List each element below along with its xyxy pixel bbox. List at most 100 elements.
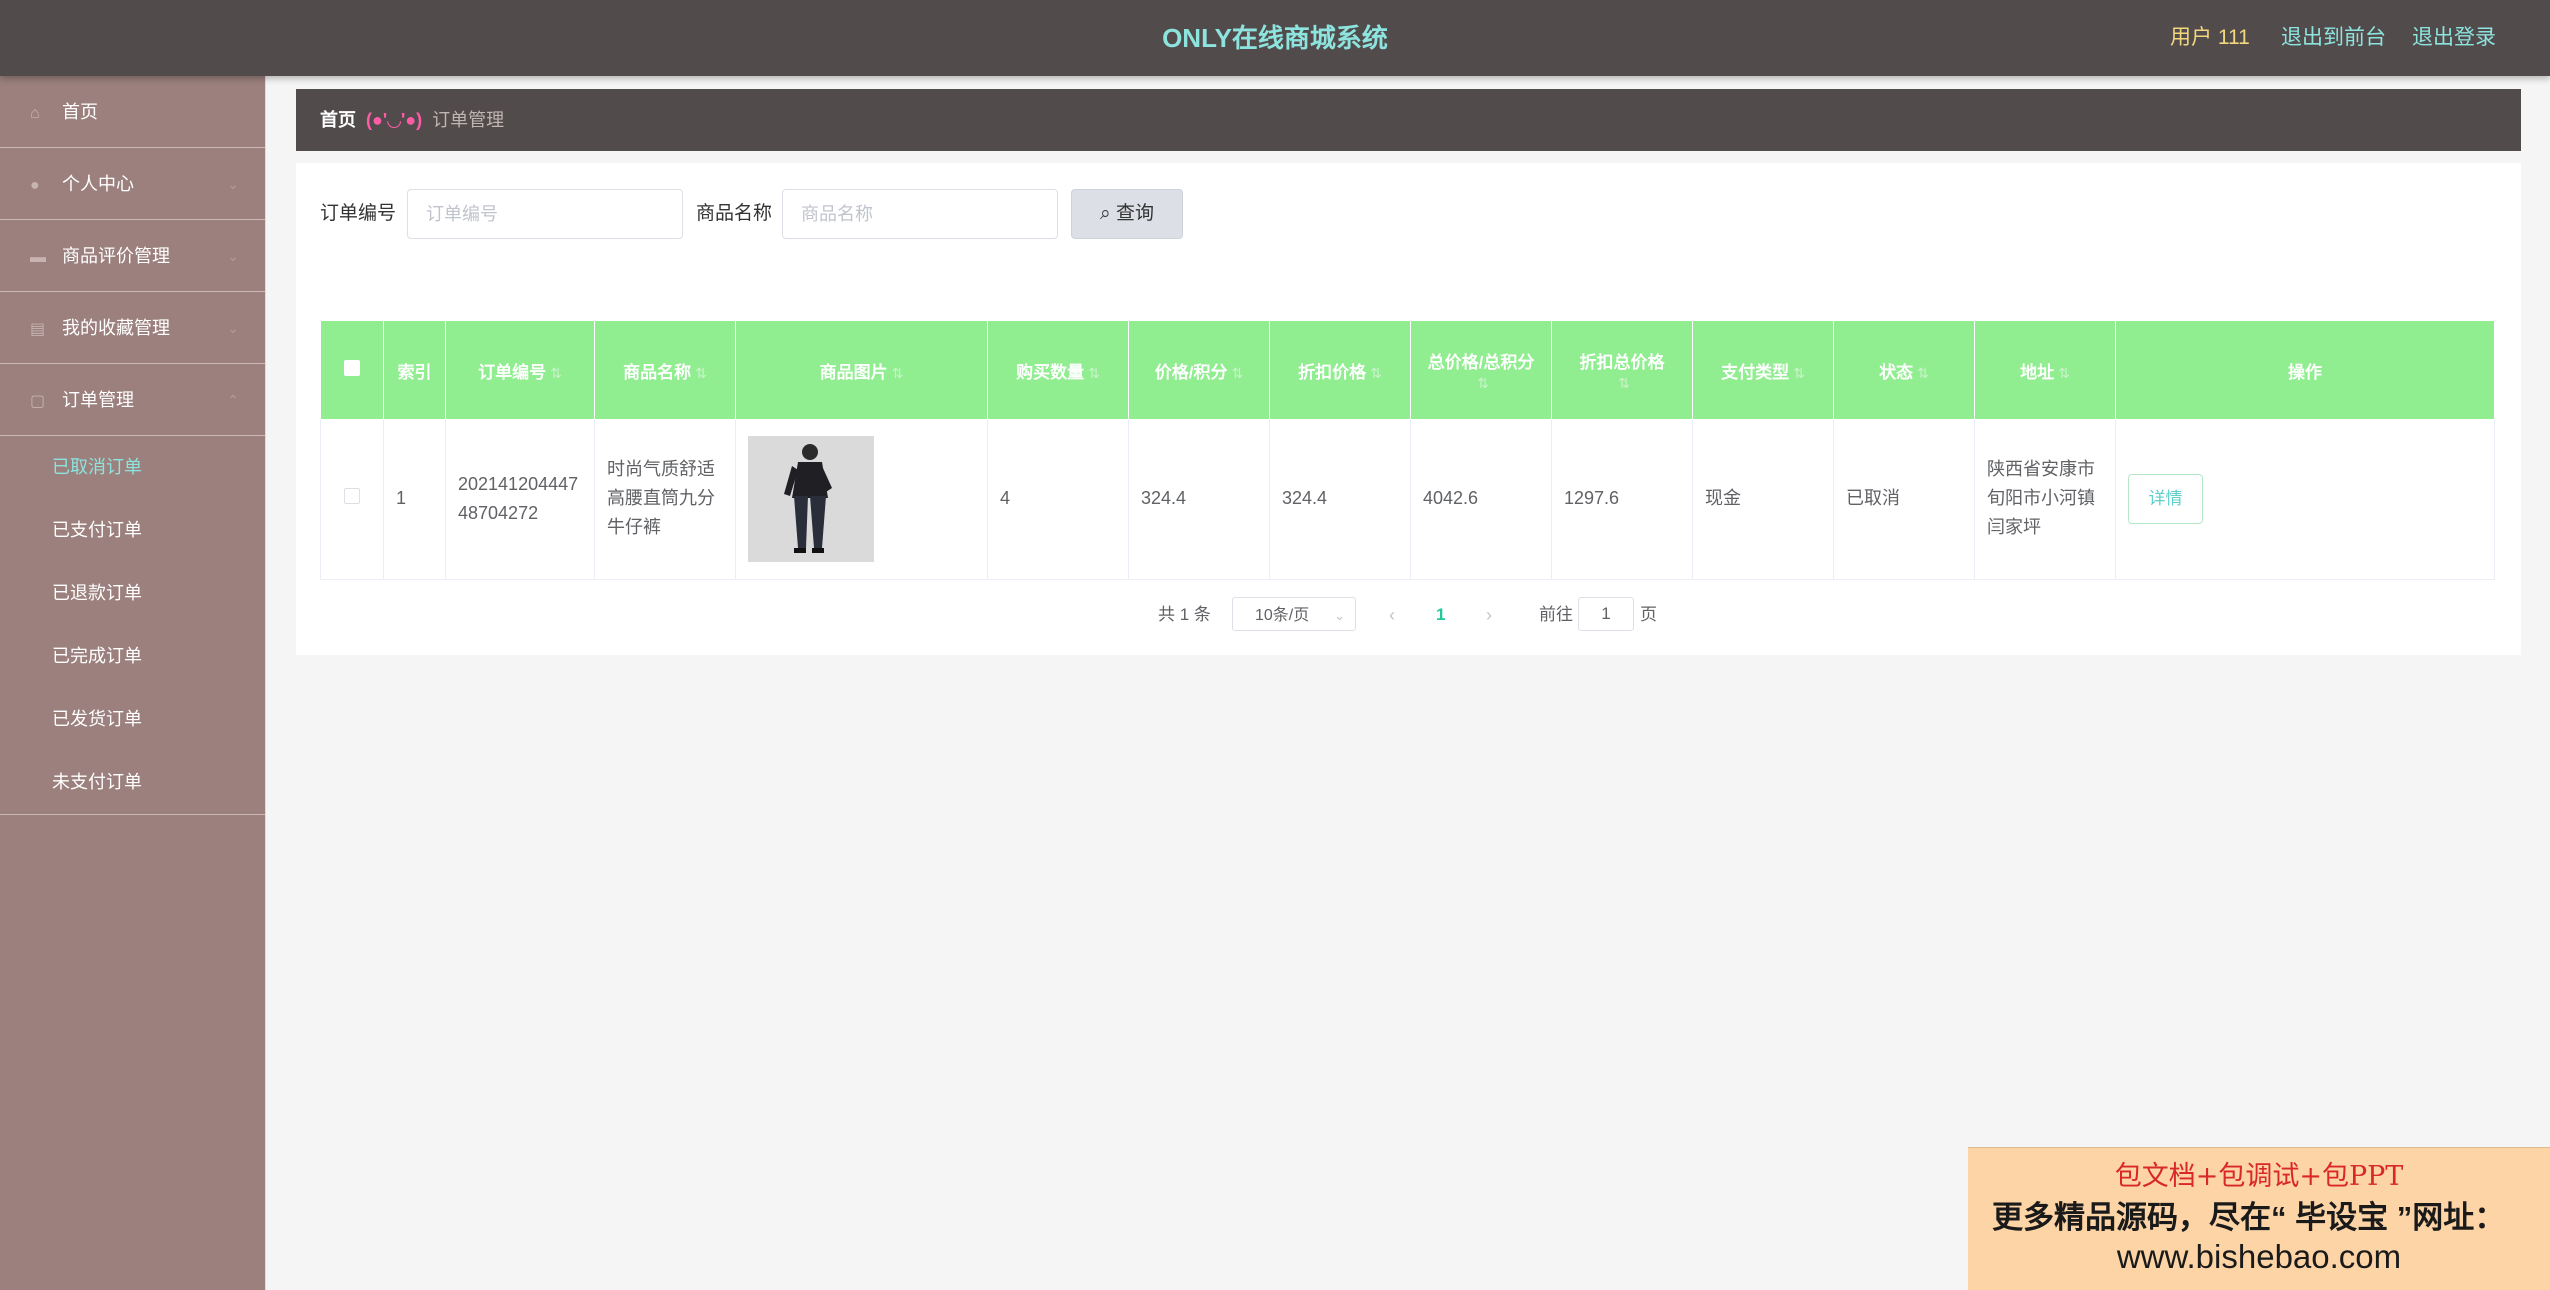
chevron-down-icon: ⌄	[227, 176, 239, 192]
app-title: ONLY在线商城系统	[1162, 23, 1388, 53]
sort-icon[interactable]: ⇅	[1477, 375, 1489, 391]
sort-icon[interactable]: ⇅	[550, 365, 562, 381]
column-header: 操作	[2115, 321, 2495, 419]
page-number-current[interactable]: 1	[1436, 597, 1445, 633]
column-header[interactable]: 价格/积分 ⇅	[1128, 321, 1270, 419]
product-name-label: 商品名称	[696, 203, 773, 224]
sort-icon[interactable]: ⇅	[2058, 365, 2070, 381]
cell-order-no: 20214120444748704272	[445, 419, 595, 579]
column-header[interactable]: 订单编号 ⇅	[445, 321, 595, 419]
user-icon: ●	[30, 177, 40, 194]
goto-label: 前往	[1539, 605, 1573, 624]
sort-icon[interactable]: ⇅	[1088, 365, 1100, 381]
cell-product-name: 时尚气质舒适高腰直筒九分牛仔裤	[594, 419, 736, 579]
sidebar-item-favorites[interactable]: ▤ 我的收藏管理 ⌄	[0, 292, 265, 364]
submenu-item-paid-orders[interactable]: 已支付订单	[0, 499, 265, 562]
column-header[interactable]: 地址 ⇅	[1974, 321, 2116, 419]
column-header[interactable]: 商品图片 ⇅	[735, 321, 988, 419]
table-row: 1 20214120444748704272 时尚气质舒适高腰直筒九分牛仔裤 4…	[320, 419, 2495, 579]
sort-icon[interactable]: ⇅	[695, 365, 707, 381]
orders-table: 索引 订单编号 ⇅ 商品名称 ⇅ 商品图片 ⇅ 购买数量 ⇅ 价格/积分 ⇅ 折扣价格 ⇅ …	[320, 321, 2495, 580]
column-header[interactable]: 折扣价格 ⇅	[1269, 321, 1411, 419]
sidebar-item-label: 商品评价管理	[62, 246, 170, 266]
sidebar-item-order-management[interactable]: ▢ 订单管理 ⌃	[0, 364, 265, 436]
sidebar-item-personal-center[interactable]: ● 个人中心 ⌄	[0, 148, 265, 220]
sort-icon[interactable]: ⇅	[892, 365, 904, 381]
product-name-input[interactable]	[782, 189, 1058, 239]
column-header[interactable]: 购买数量 ⇅	[987, 321, 1129, 419]
sort-icon[interactable]: ⇅	[1793, 365, 1805, 381]
sidebar: ⌂ 首页 ● 个人中心 ⌄ ▬ 商品评价管理 ⌄ ▤ 我的收藏管理 ⌄ ▢ 订单管理 ⌃ …	[0, 76, 266, 1290]
row-select-cell	[320, 419, 384, 579]
order-icon: ▢	[30, 393, 46, 410]
cell-address: 陕西省安康市旬阳市小河镇闫家坪	[1974, 419, 2116, 579]
total-count: 共 1 条	[1158, 605, 1211, 624]
sidebar-item-label: 个人中心	[62, 174, 134, 194]
chevron-down-icon: ⌄	[227, 248, 239, 264]
home-icon: ⌂	[30, 105, 40, 122]
cell-total-price: 4042.6	[1410, 419, 1552, 579]
cell-actions: 详情	[2115, 419, 2495, 579]
cell-price: 324.4	[1128, 419, 1270, 579]
select-all-checkbox[interactable]	[343, 359, 360, 376]
cell-discount-price: 324.4	[1269, 419, 1411, 579]
breadcrumb-emote: (●'◡'●)	[366, 110, 423, 130]
product-image[interactable]	[748, 435, 874, 562]
breadcrumb-current: 订单管理	[432, 110, 505, 130]
chevron-down-icon: ⌄	[1334, 608, 1345, 623]
current-user-label: 用户 111	[2170, 26, 2250, 49]
prev-page-icon[interactable]: ‹	[1389, 597, 1395, 633]
logout-link[interactable]: 退出登录	[2412, 0, 2496, 76]
chevron-up-icon: ⌃	[227, 392, 239, 408]
cell-status: 已取消	[1833, 419, 1975, 579]
submenu-item-completed-orders[interactable]: 已完成订单	[0, 625, 265, 688]
comment-icon: ▬	[30, 249, 46, 266]
cell-pay-type: 现金	[1692, 419, 1834, 579]
cell-quantity: 4	[987, 419, 1129, 579]
sidebar-item-product-review[interactable]: ▬ 商品评价管理 ⌄	[0, 220, 265, 292]
table-header-row: 索引 订单编号 ⇅ 商品名称 ⇅ 商品图片 ⇅ 购买数量 ⇅ 价格/积分 ⇅ 折扣价格 ⇅ …	[320, 321, 2495, 419]
row-checkbox[interactable]	[344, 488, 360, 505]
page-size-select[interactable]: 10条/页 ⌄	[1232, 597, 1356, 631]
submenu-item-shipped-orders[interactable]: 已发货订单	[0, 688, 265, 751]
submenu-item-refunded-orders[interactable]: 已退款订单	[0, 562, 265, 625]
sort-icon[interactable]: ⇅	[1370, 365, 1382, 381]
sort-icon[interactable]: ⇅	[1618, 375, 1630, 391]
order-no-input[interactable]	[407, 189, 683, 239]
select-all-cell	[320, 321, 384, 419]
sort-icon[interactable]: ⇅	[1917, 365, 1929, 381]
cell-product-image	[735, 419, 988, 579]
sidebar-item-label: 我的收藏管理	[62, 318, 170, 338]
sidebar-item-label: 订单管理	[62, 390, 134, 410]
goto-page-input[interactable]	[1578, 597, 1634, 631]
cell-discount-total: 1297.6	[1551, 419, 1693, 579]
column-header: 索引	[383, 321, 446, 419]
ad-line-2: 更多精品源码，尽在“ 毕设宝 ”网址：	[1992, 1200, 2506, 1235]
page-suffix: 页	[1640, 605, 1657, 624]
query-button-label: 查询	[1115, 203, 1154, 224]
ad-banner: 包文档+包调试+包PPT 更多精品源码，尽在“ 毕设宝 ”网址： www.bis…	[1968, 1147, 2550, 1290]
column-header[interactable]: 支付类型 ⇅	[1692, 321, 1834, 419]
submenu-item-cancelled-orders[interactable]: 已取消订单	[0, 436, 265, 499]
search-icon: ⌕	[1100, 203, 1111, 224]
exit-to-front-link[interactable]: 退出到前台	[2281, 0, 2386, 76]
submenu-item-unpaid-orders[interactable]: 未支付订单	[0, 751, 265, 814]
breadcrumb: 首页 (●'◡'●) 订单管理	[296, 89, 2521, 151]
top-header: ONLY在线商城系统 用户 111 退出到前台 退出登录	[0, 0, 2550, 76]
ad-line-1: 包文档+包调试+包PPT	[2114, 1161, 2404, 1192]
detail-button[interactable]: 详情	[2128, 473, 2203, 524]
sort-icon[interactable]: ⇅	[1232, 365, 1244, 381]
order-no-label: 订单编号	[320, 203, 397, 224]
product-photo-figure	[748, 435, 874, 562]
column-header[interactable]: 折扣总价格 ⇅	[1551, 321, 1693, 419]
column-header[interactable]: 总价格/总积分 ⇅	[1410, 321, 1552, 419]
column-header[interactable]: 状态 ⇅	[1833, 321, 1975, 419]
star-icon: ▤	[30, 321, 46, 338]
column-header[interactable]: 商品名称 ⇅	[594, 321, 736, 419]
next-page-icon[interactable]: ›	[1486, 597, 1492, 633]
cell-index: 1	[383, 419, 446, 579]
query-button[interactable]: ⌕ 查询	[1071, 189, 1183, 239]
pagination: 共 1 条 10条/页⌄ ‹ 1 › 前往 页	[296, 597, 2521, 633]
breadcrumb-home[interactable]: 首页	[320, 110, 356, 130]
sidebar-item-home[interactable]: ⌂ 首页	[0, 76, 265, 148]
